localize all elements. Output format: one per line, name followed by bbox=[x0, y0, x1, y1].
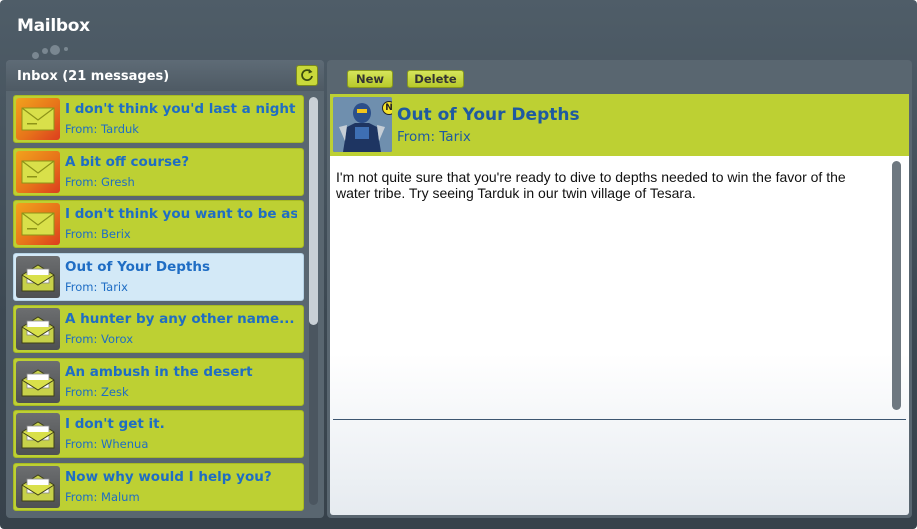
message-row-subject: Out of Your Depths bbox=[65, 258, 210, 275]
message-row-sender: From: Zesk bbox=[65, 384, 129, 399]
message-sender: From: Tarix bbox=[397, 129, 471, 145]
refresh-icon bbox=[301, 69, 313, 81]
message-row-sender: From: Tarix bbox=[65, 279, 128, 294]
message-row[interactable]: A bit off course? From: Gresh bbox=[13, 147, 304, 196]
inbox-panel: Inbox (21 messages) I don't think you'd … bbox=[6, 60, 324, 518]
message-list-scroll-thumb[interactable] bbox=[309, 97, 318, 325]
reader-toolbar: New Delete bbox=[327, 60, 912, 93]
refresh-button[interactable] bbox=[296, 65, 318, 86]
envelope-open-icon bbox=[16, 465, 60, 508]
message-row[interactable]: I don't think you'd last a night in the F… bbox=[13, 95, 304, 143]
badge-icon: N bbox=[382, 101, 392, 115]
message-row[interactable]: I don't get it. From: Whenua bbox=[13, 410, 304, 458]
window-title: Mailbox bbox=[17, 16, 90, 36]
message-row-subject: An ambush in the desert bbox=[65, 363, 253, 380]
mailbox-window: Mailbox Inbox (21 messages) I don't thin… bbox=[0, 0, 917, 529]
message-list[interactable]: I don't think you'd last a night in the F… bbox=[13, 95, 304, 513]
message-row[interactable]: Now why would I help you? From: Malum bbox=[13, 462, 304, 511]
sender-avatar: N bbox=[333, 97, 392, 152]
message-row-subject: I don't get it. bbox=[65, 416, 165, 432]
message-row[interactable]: I don't think you want to be associated F… bbox=[13, 200, 304, 248]
inbox-title: Inbox (21 messages) bbox=[17, 69, 170, 84]
envelope-open-icon bbox=[16, 255, 60, 298]
message-row-subject: Now why would I help you? bbox=[65, 468, 272, 485]
message-row-subject: I don't think you want to be associated bbox=[65, 206, 297, 222]
message-row[interactable]: An ambush in the desert From: Zesk bbox=[13, 357, 304, 406]
message-body-scrollbar[interactable] bbox=[892, 161, 901, 410]
envelope-open-icon bbox=[16, 308, 60, 350]
message-row[interactable]: A hunter by any other name... From: Vorox bbox=[13, 305, 304, 353]
envelope-closed-icon bbox=[16, 150, 60, 193]
message-subject: Out of Your Depths bbox=[397, 105, 580, 125]
message-row-sender: From: Gresh bbox=[65, 174, 135, 189]
inbox-header: Inbox (21 messages) bbox=[6, 60, 324, 91]
message-row[interactable]: Out of Your Depths From: Tarix bbox=[13, 252, 304, 301]
delete-button[interactable]: Delete bbox=[407, 70, 464, 88]
envelope-closed-icon bbox=[16, 203, 60, 245]
message-row-subject: I don't think you'd last a night in the bbox=[65, 101, 297, 117]
message-body: I'm not quite sure that you're ready to … bbox=[330, 156, 909, 515]
message-divider bbox=[333, 419, 906, 420]
message-list-scrollbar[interactable] bbox=[309, 97, 318, 505]
message-row-sender: From: Malum bbox=[65, 489, 140, 504]
message-row-subject: A bit off course? bbox=[65, 153, 190, 170]
message-row-subject: A hunter by any other name... bbox=[65, 311, 295, 327]
message-row-sender: From: Vorox bbox=[65, 332, 133, 346]
message-row-sender: From: Berix bbox=[65, 227, 131, 241]
message-body-text: I'm not quite sure that you're ready to … bbox=[336, 169, 846, 201]
envelope-open-icon bbox=[16, 360, 60, 403]
envelope-open-icon bbox=[16, 413, 60, 455]
message-row-sender: From: Whenua bbox=[65, 437, 149, 451]
envelope-closed-icon bbox=[16, 98, 60, 140]
message-row-sender: From: Tarduk bbox=[65, 122, 139, 136]
new-button[interactable]: New bbox=[347, 70, 393, 88]
message-header: N Out of Your Depths From: Tarix bbox=[330, 94, 909, 156]
reader-panel: New Delete N Out of Your Depths From: Ta… bbox=[327, 60, 912, 518]
